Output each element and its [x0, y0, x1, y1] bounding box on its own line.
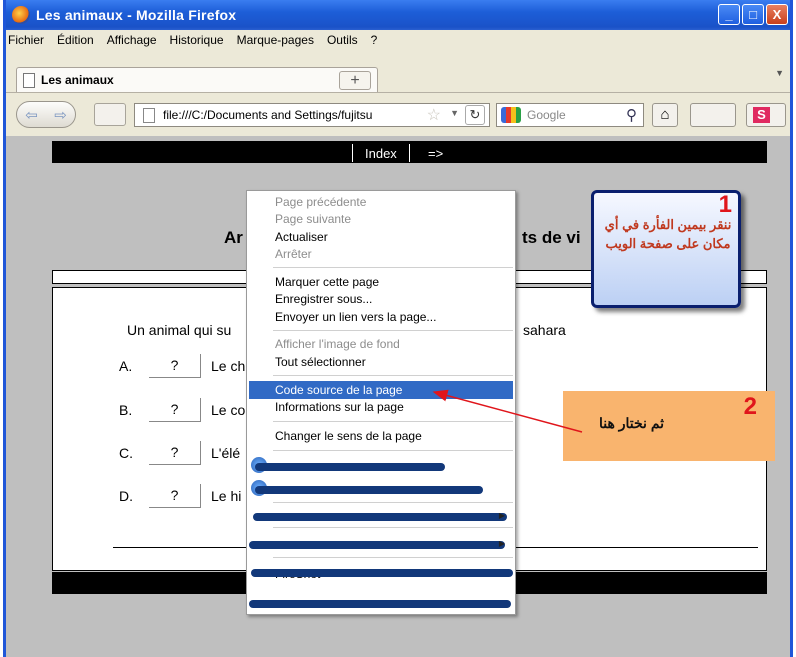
menu-item-view-source[interactable]: Code source de la page: [249, 381, 513, 399]
menu-separator: [273, 330, 513, 331]
answer-letter: C.: [119, 445, 133, 461]
answer-button[interactable]: ?: [149, 354, 201, 378]
tab-label: Les animaux: [41, 73, 114, 87]
redacted-submenu-item[interactable]: [251, 569, 513, 577]
answer-text: Le hi: [211, 488, 242, 504]
menu-item-page-info[interactable]: Informations sur la page: [275, 400, 404, 414]
menu-item-bookmark[interactable]: Marquer cette page: [275, 275, 379, 289]
menu-item-send-link[interactable]: Envoyer un lien vers la page...: [275, 310, 436, 324]
redacted-submenu-item[interactable]: [249, 541, 505, 549]
submenu-arrow-icon: ▶: [498, 539, 505, 548]
answer-c: C. ? L'élé: [119, 441, 240, 465]
browser-window: Les animaux - Mozilla Firefox _ □ X Fich…: [3, 0, 793, 657]
navigation-toolbar: ⇦ ⇨ file:///C:/Documents and Settings/fu…: [6, 92, 790, 136]
step-2-callout: 2 ثم نختار هنا: [563, 391, 775, 461]
answer-text: Le ch: [211, 358, 246, 374]
answer-text: L'élé: [211, 445, 241, 461]
answer-letter: A.: [119, 358, 133, 374]
menu-item-reload[interactable]: Actualiser: [275, 230, 328, 244]
menu-separator: [273, 267, 513, 268]
page-icon: [23, 72, 35, 88]
answer-text: Le co: [211, 402, 246, 418]
menu-item-view-background: Afficher l'image de fond: [275, 337, 400, 351]
title-bar: Les animaux - Mozilla Firefox _ □ X: [6, 0, 790, 30]
step-1-callout: 1 ننقر بيمين الفأرة في أي مكان على صفحة …: [591, 190, 741, 308]
home-icon[interactable]: ⌂: [652, 103, 678, 127]
tab-list-chevron-icon[interactable]: ▼: [775, 68, 784, 78]
answer-button[interactable]: ?: [149, 441, 201, 465]
menu-item-back: Page précédente: [275, 195, 367, 209]
menu-help[interactable]: ?: [371, 33, 378, 47]
answer-button[interactable]: ?: [149, 484, 201, 508]
firefox-logo-icon: [12, 6, 30, 24]
window-title: Les animaux - Mozilla Firefox: [36, 7, 237, 23]
answer-letter: B.: [119, 402, 133, 418]
menu-item-stop: Arrêter: [275, 247, 312, 261]
answer-letter: D.: [119, 488, 133, 504]
signal-icon[interactable]: [94, 103, 126, 126]
menu-item-save-as[interactable]: Enregistrer sous...: [275, 292, 372, 306]
menu-fichier[interactable]: Fichier: [8, 33, 44, 47]
reload-icon[interactable]: ↻: [465, 105, 485, 125]
menu-bar: Fichier Édition Affichage Historique Mar…: [6, 30, 790, 50]
menu-affichage[interactable]: Affichage: [107, 33, 157, 47]
search-placeholder: Google: [527, 108, 566, 122]
menu-separator: [273, 557, 513, 558]
minimize-button[interactable]: _: [718, 4, 740, 25]
menu-separator: [273, 527, 513, 528]
maximize-button[interactable]: □: [742, 4, 764, 25]
menu-separator: [273, 375, 513, 376]
menu-item-switch-direction[interactable]: Changer le sens de la page: [275, 429, 422, 443]
redacted-menu-item[interactable]: [249, 600, 511, 608]
answer-button[interactable]: ?: [149, 398, 201, 422]
addon-button[interactable]: [690, 103, 736, 127]
google-logo-icon: [501, 107, 521, 123]
redacted-submenu-item[interactable]: [253, 513, 507, 521]
menu-item-forward: Page suivante: [275, 212, 352, 226]
top-nav-strip: Index =>: [52, 141, 767, 163]
s-addon-button[interactable]: S: [746, 103, 786, 127]
menu-separator: [273, 502, 513, 503]
url-dropdown-chevron-icon[interactable]: ▼: [450, 108, 459, 118]
tab-les-animaux[interactable]: Les animaux +: [16, 67, 378, 92]
menu-historique[interactable]: Historique: [170, 33, 224, 47]
menu-item-select-all[interactable]: Tout sélectionner: [275, 355, 366, 369]
search-icon[interactable]: ⚲: [626, 106, 637, 124]
question-text-end: sahara: [523, 322, 566, 338]
redacted-menu-item[interactable]: [255, 463, 445, 471]
index-link[interactable]: Index: [352, 144, 410, 162]
redacted-menu-item[interactable]: [255, 486, 483, 494]
forward-arrow-icon[interactable]: ⇨: [54, 106, 67, 124]
page-icon: [143, 107, 155, 123]
bookmark-star-icon[interactable]: ☆: [427, 105, 441, 125]
back-forward-buttons[interactable]: ⇦ ⇨: [16, 101, 76, 128]
answer-b: B. ? Le co: [119, 398, 245, 422]
new-tab-button[interactable]: +: [339, 71, 371, 90]
next-link[interactable]: =>: [428, 146, 443, 161]
submenu-arrow-icon: ▶: [498, 511, 505, 520]
search-box[interactable]: Google ⚲: [496, 103, 644, 127]
step-1-text: ننقر بيمين الفأرة في أي مكان على صفحة ال…: [604, 217, 732, 251]
answer-d: D. ? Le hi: [119, 484, 241, 508]
close-button[interactable]: X: [766, 4, 788, 25]
page-title-left: Ar: [224, 228, 243, 247]
tab-bar: Les animaux + ▼: [6, 50, 790, 92]
menu-edition[interactable]: Édition: [57, 33, 94, 47]
back-arrow-icon[interactable]: ⇦: [25, 106, 38, 124]
menu-marque-pages[interactable]: Marque-pages: [237, 33, 314, 47]
s-logo-icon: S: [753, 107, 770, 123]
page-title-right: ts de vi: [522, 228, 581, 247]
menu-separator: [273, 450, 513, 451]
window-controls: _ □ X: [718, 4, 788, 25]
step-2-text: ثم نختار هنا: [599, 415, 665, 431]
context-menu: Page précédente Page suivante Actualiser…: [246, 190, 516, 615]
step-2-number: 2: [743, 393, 757, 420]
address-bar[interactable]: file:///C:/Documents and Settings/fujits…: [134, 103, 490, 127]
menu-separator: [273, 421, 513, 422]
menu-outils[interactable]: Outils: [327, 33, 358, 47]
answer-a: A. ? Le ch: [119, 354, 245, 378]
question-text: Un animal qui su: [127, 322, 232, 338]
url-text: file:///C:/Documents and Settings/fujits…: [163, 108, 373, 122]
